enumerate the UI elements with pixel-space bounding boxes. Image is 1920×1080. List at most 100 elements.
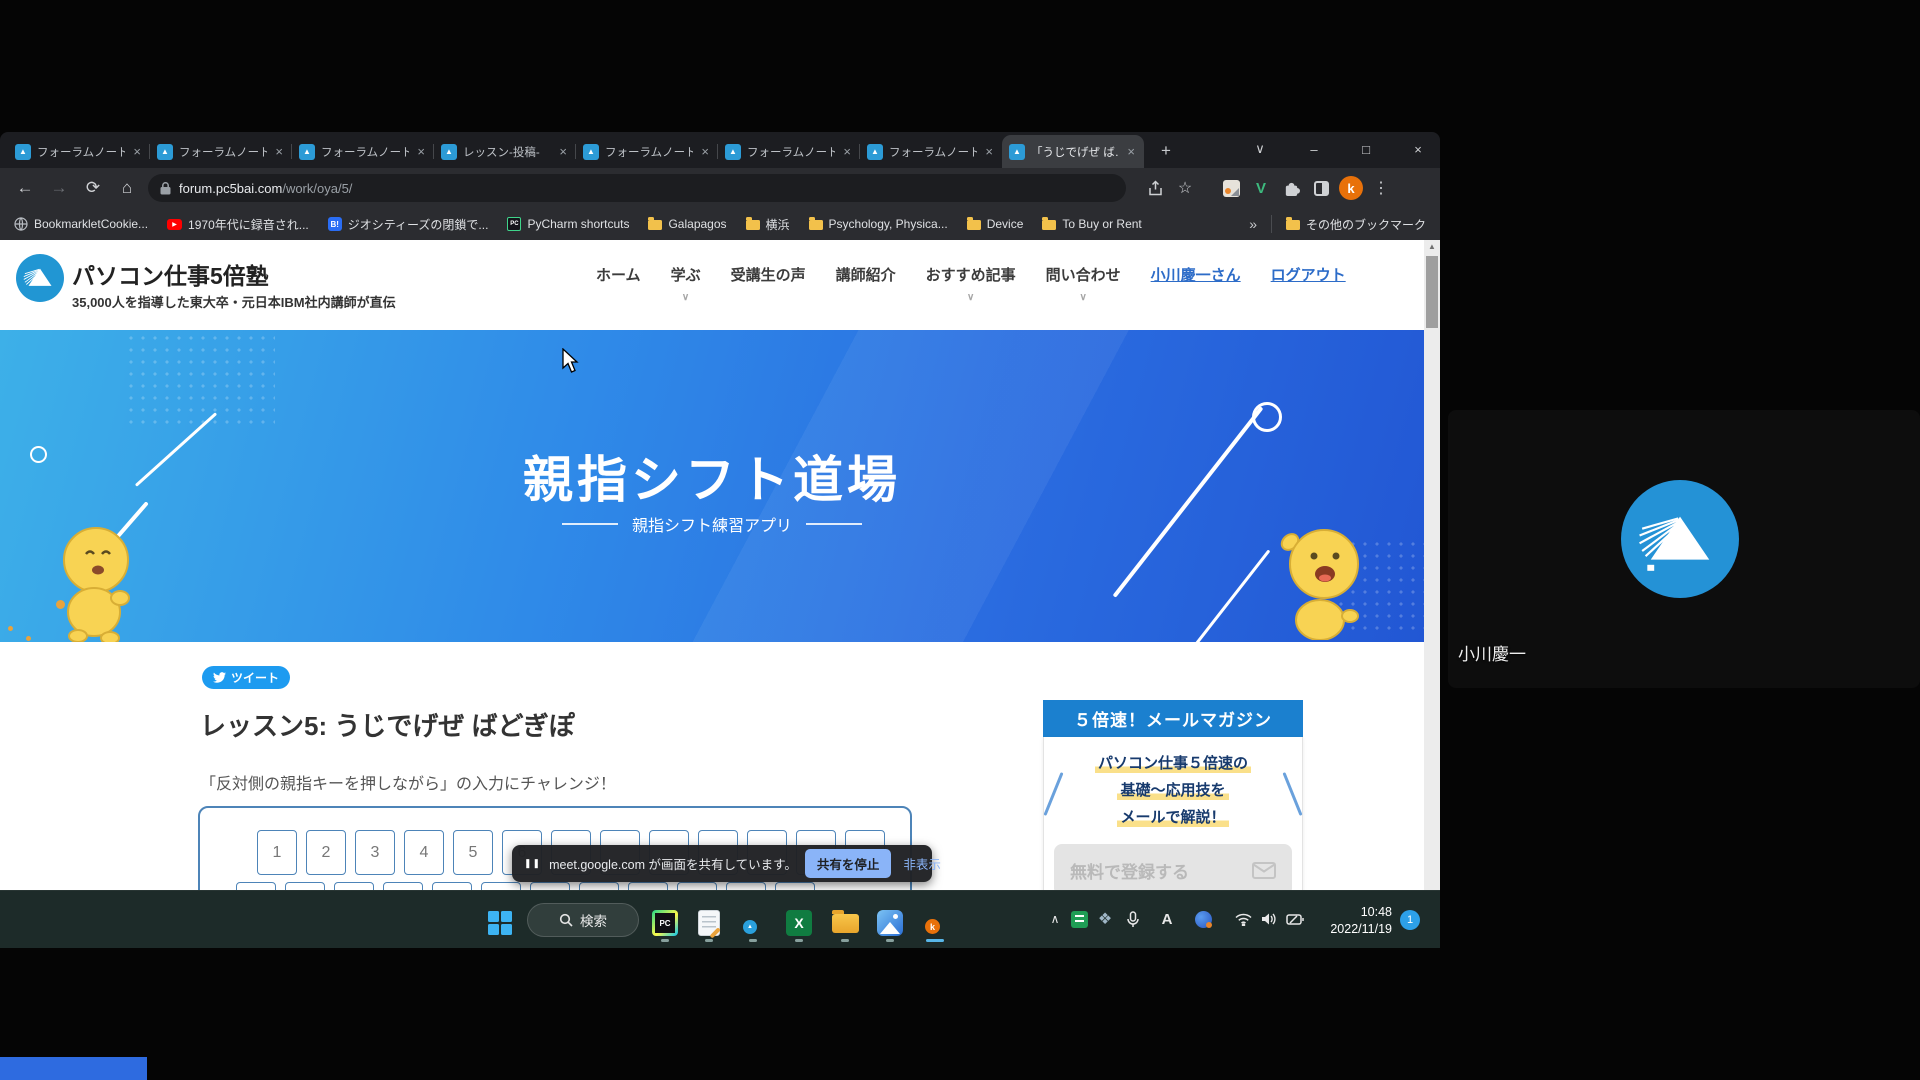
address-bar[interactable]: forum.pc5bai.com/work/oya/5/ (148, 174, 1126, 202)
youtube-icon: ▶ (167, 219, 182, 230)
bookmark-folder[interactable]: To Buy or Rent (1042, 217, 1141, 231)
participant-avatar (1621, 480, 1739, 598)
tab-close-icon[interactable]: × (983, 144, 995, 159)
site-logo[interactable] (16, 254, 64, 302)
browser-tab[interactable]: フォーラムノート/ × (150, 135, 292, 168)
dropbox-icon[interactable]: ❖ (1094, 908, 1116, 930)
tab-close-icon[interactable]: × (699, 144, 711, 159)
nav-item-instructor[interactable]: 講師紹介 (836, 264, 896, 285)
window-maximize-button[interactable]: □ (1344, 132, 1388, 166)
menu-dots-icon[interactable]: ⋮ (1366, 173, 1396, 203)
browser-tab[interactable]: フォーラムノート/ × (576, 135, 718, 168)
start-button[interactable] (483, 902, 517, 944)
tab-close-icon[interactable]: × (1125, 144, 1137, 159)
nav-item-contact[interactable]: 問い合わせ∨ (1046, 264, 1121, 303)
new-tab-button[interactable]: + (1152, 137, 1180, 165)
folder-icon (967, 220, 981, 230)
participant-video-tile[interactable]: 小川慶一 (1448, 410, 1920, 688)
bookmark-folder[interactable]: Device (967, 217, 1024, 231)
window-close-button[interactable]: × (1396, 132, 1440, 166)
running-indicator (841, 939, 849, 942)
register-free-button[interactable]: 無料で登録する (1054, 844, 1292, 890)
nav-user-link[interactable]: 小川慶一さん (1151, 264, 1241, 285)
bookmark-star-icon[interactable]: ☆ (1170, 173, 1200, 203)
tray-blue-app-icon[interactable] (1192, 908, 1214, 930)
nav-item-articles[interactable]: おすすめ記事∨ (926, 264, 1016, 303)
key (285, 882, 325, 890)
home-icon[interactable]: ⌂ (110, 171, 144, 205)
wifi-icon[interactable] (1232, 908, 1254, 930)
browser-tab[interactable]: フォーラムノート/ × (292, 135, 434, 168)
share-banner-message: meet.google.com が画面を共有しています。 (549, 854, 797, 873)
taskbar-app-photos[interactable] (873, 902, 907, 944)
url-text: forum.pc5bai.com/work/oya/5/ (179, 181, 352, 196)
ime-mode-icon[interactable]: A (1156, 908, 1178, 930)
tab-close-icon[interactable]: × (841, 144, 853, 159)
bookmarks-overflow-icon[interactable]: » (1249, 216, 1257, 232)
tab-close-icon[interactable]: × (415, 144, 427, 159)
taskbar-clock[interactable]: 10:48 2022/11/19 (1308, 904, 1392, 938)
forward-icon[interactable]: → (42, 171, 76, 205)
tweet-button[interactable]: ツイート (202, 666, 290, 689)
image-icon (1223, 180, 1240, 197)
bookmark-item[interactable]: B! ジオシティーズの閉鎖で... (328, 216, 489, 233)
decor-line (1176, 549, 1271, 642)
notification-badge[interactable]: 1 (1400, 910, 1420, 930)
vue-devtools-icon[interactable]: V (1246, 173, 1276, 203)
stop-sharing-button[interactable]: 共有を停止 (805, 849, 892, 878)
tray-green-app-icon[interactable] (1068, 908, 1090, 930)
share-icon[interactable] (1140, 173, 1170, 203)
tab-close-icon[interactable]: × (557, 144, 569, 159)
extension-screenshot-icon[interactable] (1216, 173, 1246, 203)
browser-tab-strip: フォーラムノート/ × フォーラムノート/ × フォーラムノート/ × レッスン… (0, 132, 1440, 168)
taskbar-app-chrome-active[interactable]: k (918, 902, 952, 944)
tab-close-icon[interactable]: × (273, 144, 285, 159)
bookmark-folder[interactable]: Psychology, Physica... (809, 217, 948, 231)
browser-tab[interactable]: レッスン-投稿- × (434, 135, 576, 168)
taskbar-search[interactable]: 検索 (527, 903, 639, 937)
key (579, 882, 619, 890)
browser-tab[interactable]: フォーラムノート/ × (8, 135, 150, 168)
taskbar-app-pycharm[interactable]: PC (648, 902, 682, 944)
scroll-up-icon[interactable]: ▲ (1424, 242, 1440, 251)
profile-avatar[interactable]: k (1336, 173, 1366, 203)
window-minimize-button[interactable]: – (1292, 132, 1336, 166)
back-icon[interactable]: ← (8, 171, 42, 205)
reload-icon[interactable]: ⟳ (76, 171, 110, 205)
nav-logout-link[interactable]: ログアウト (1271, 264, 1346, 285)
tab-search-icon[interactable]: ∨ (1238, 132, 1282, 166)
bookmark-item[interactable]: PC PyCharm shortcuts (507, 217, 629, 231)
bookmark-folder[interactable]: 横浜 (746, 216, 790, 233)
taskbar-app-explorer[interactable] (828, 902, 862, 944)
microphone-icon[interactable] (1122, 908, 1144, 930)
browser-tab[interactable]: フォーラムノート/ × (718, 135, 860, 168)
bookmark-folder[interactable]: Galapagos (648, 217, 726, 231)
lesson-heading: レッスン5: うじでげぜ ばどぎぽ (200, 706, 575, 743)
puzzle-icon (1283, 180, 1300, 197)
browser-tab-active[interactable]: 「うじでげぜ ば… × (1002, 135, 1144, 168)
decor-circle (1252, 402, 1282, 432)
nav-item-learn[interactable]: 学ぶ∨ (671, 264, 701, 303)
side-panel-icon[interactable] (1306, 173, 1336, 203)
volume-icon[interactable] (1258, 908, 1280, 930)
taskbar-app-chrome[interactable]: ▲ (736, 902, 770, 944)
tray-chevron-icon[interactable]: ∧ (1044, 908, 1066, 930)
nav-item-voices[interactable]: 受講生の声 (731, 264, 806, 285)
taskbar-app-notepad[interactable] (692, 902, 726, 944)
hero-title: 親指シフト道場 (0, 440, 1424, 512)
battery-pen-icon[interactable] (1284, 908, 1306, 930)
browser-tab[interactable]: フォーラムノート/ × (860, 135, 1002, 168)
extensions-puzzle-icon[interactable] (1276, 173, 1306, 203)
other-bookmarks-button[interactable]: その他のブックマーク (1286, 216, 1426, 233)
taskbar-app-excel[interactable]: X (782, 902, 816, 944)
tab-close-icon[interactable]: × (131, 144, 143, 159)
magazine-line: メールで解説！ (1117, 806, 1228, 827)
bookmark-item[interactable]: ▶ 1970年代に録音され... (167, 216, 309, 233)
bookmark-item[interactable]: BookmarkletCookie... (14, 217, 148, 231)
nav-item-home[interactable]: ホーム (596, 264, 641, 285)
page-scrollbar[interactable]: ▲ (1424, 240, 1440, 890)
scrollbar-thumb[interactable] (1426, 256, 1438, 328)
hide-banner-button[interactable]: 非表示 (903, 854, 941, 873)
windows-taskbar: 検索 PC ▲ X (0, 890, 1440, 948)
site-title[interactable]: パソコン仕事5倍塾 (72, 257, 269, 291)
